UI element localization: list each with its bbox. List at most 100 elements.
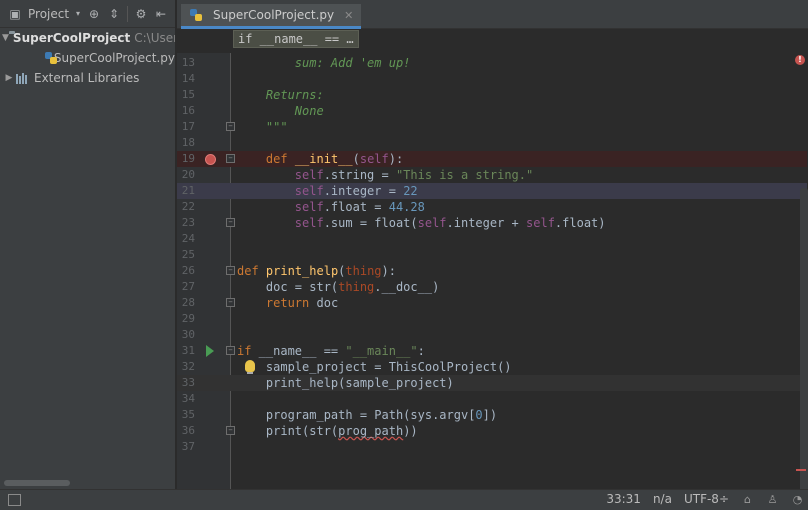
fold-marker-icon[interactable]: −	[226, 154, 235, 163]
line-number: 20	[181, 168, 195, 181]
code-line[interactable]: 20 self.string = "This is a string."	[177, 167, 807, 183]
caret-position[interactable]: 33:31	[606, 492, 641, 506]
code-line[interactable]: 33 print_help(sample_project)	[177, 375, 807, 391]
line-number: 25	[181, 248, 195, 261]
libraries-label: External Libraries	[34, 71, 140, 85]
inspector-icon[interactable]: ♙	[766, 493, 779, 506]
line-code: Returns:	[265, 88, 324, 102]
library-icon	[16, 72, 30, 84]
tool-windows-icon[interactable]	[8, 494, 21, 506]
panel-horizontal-scrollbar[interactable]	[4, 480, 70, 486]
line-number: 14	[181, 72, 195, 85]
code-line[interactable]: 25	[177, 247, 807, 263]
project-view-label[interactable]: Project	[28, 7, 69, 21]
line-code: sum: Add 'em up!	[294, 56, 411, 70]
run-icon[interactable]	[206, 345, 214, 357]
line-number: 26	[181, 264, 195, 277]
project-path: C:\Users	[134, 31, 175, 45]
line-number: 19	[181, 152, 195, 165]
settings-icon[interactable]: ⚙	[134, 7, 148, 21]
error-indicator-icon[interactable]: !	[795, 55, 805, 65]
code-line[interactable]: 16 None	[177, 103, 807, 119]
line-separator[interactable]: n/a	[653, 492, 672, 506]
line-number: 36	[181, 424, 195, 437]
project-view-icon[interactable]: ▣	[8, 7, 22, 21]
lock-icon[interactable]: ⌂	[741, 493, 754, 506]
line-code: def __init__(self):	[265, 152, 404, 166]
line-number: 17	[181, 120, 195, 133]
line-number: 24	[181, 232, 195, 245]
code-line[interactable]: 17 − """	[177, 119, 807, 135]
code-line[interactable]: 24	[177, 231, 807, 247]
code-line[interactable]: 37	[177, 439, 807, 455]
dropdown-icon[interactable]: ▾	[75, 7, 81, 21]
tree-item-project-root[interactable]: ▼ SuperCoolProject C:\Users	[0, 28, 175, 48]
tree-item-file[interactable]: SuperCoolProject.py	[0, 48, 175, 68]
status-bar: 33:31 n/a UTF-8÷ ⌂ ♙ ◔	[0, 489, 808, 510]
code-line[interactable]: 28 − return doc	[177, 295, 807, 311]
locate-icon[interactable]: ⊕	[87, 7, 101, 21]
fold-marker-icon[interactable]: −	[226, 266, 235, 275]
line-number: 29	[181, 312, 195, 325]
line-code: def print_help(thing):	[237, 264, 396, 278]
code-line[interactable]: 34	[177, 391, 807, 407]
code-editor[interactable]: 13 sum: Add 'em up! 14 15 Returns: 16 None 1…	[177, 53, 808, 508]
project-panel: ▣ Project ▾ ⊕ ⇕ ⚙ ⇤ ▼ SuperCoolProject C…	[0, 0, 176, 489]
fold-marker-icon[interactable]: −	[226, 426, 235, 435]
code-line[interactable]: 32 sample_project = ThisCoolProject()	[177, 359, 807, 375]
error-stripe-marker[interactable]	[796, 469, 806, 471]
fold-marker-icon[interactable]: −	[226, 298, 235, 307]
breadcrumb[interactable]: if __name__ == …	[233, 30, 359, 48]
code-line[interactable]: 21 self.integer = 22	[177, 183, 807, 199]
code-line[interactable]: 23 − self.sum = float(self.integer + self…	[177, 215, 807, 231]
fold-marker-icon[interactable]: −	[226, 346, 235, 355]
code-line[interactable]: 22 self.float = 44.28	[177, 199, 807, 215]
line-code: program_path = Path(sys.argv[0])	[237, 408, 498, 422]
code-line[interactable]: 26 − def print_help(thing):	[177, 263, 807, 279]
code-line[interactable]: 29	[177, 311, 807, 327]
editor-vertical-scrollbar[interactable]	[800, 188, 808, 508]
status-bar-right: 33:31 n/a UTF-8÷ ⌂ ♙ ◔	[606, 492, 804, 506]
code-line[interactable]: 27 doc = str(thing.__doc__)	[177, 279, 807, 295]
project-name: SuperCoolProject	[12, 31, 131, 45]
line-number: 34	[181, 392, 195, 405]
line-code: sample_project = ThisCoolProject()	[237, 360, 512, 374]
code-line[interactable]: 18	[177, 135, 807, 151]
line-number: 16	[181, 104, 195, 117]
expand-arrow-icon[interactable]: ▼	[2, 33, 9, 43]
code-line[interactable]: 35 program_path = Path(sys.argv[0])	[177, 407, 807, 423]
encoding-label: UTF-8	[683, 492, 719, 506]
code-line[interactable]: 31 − if __name__ == "__main__":	[177, 343, 807, 359]
project-toolbar: ▣ Project ▾ ⊕ ⇕ ⚙ ⇤	[0, 0, 175, 28]
editor-tab-bar: SuperCoolProject.py ✕	[177, 0, 808, 29]
tree-item-external-libraries[interactable]: ▶ External Libraries	[0, 68, 175, 88]
close-tab-icon[interactable]: ✕	[344, 9, 353, 22]
code-line[interactable]: 13 sum: Add 'em up!	[177, 55, 807, 71]
event-log-icon[interactable]: ◔	[791, 493, 804, 506]
collapse-all-icon[interactable]: ⇕	[107, 7, 121, 21]
line-code: print(str(prog_path))	[237, 424, 418, 438]
line-code: self.float = 44.28	[294, 200, 425, 214]
hide-panel-icon[interactable]: ⇤	[154, 7, 168, 21]
code-line[interactable]: 30	[177, 327, 807, 343]
code-line[interactable]: 15 Returns:	[177, 87, 807, 103]
file-encoding[interactable]: UTF-8÷	[684, 492, 729, 506]
breakpoint-icon[interactable]	[205, 154, 216, 165]
file-name: SuperCoolProject.py	[53, 51, 175, 65]
editor-tab-active[interactable]: SuperCoolProject.py ✕	[181, 4, 362, 29]
code-line[interactable]: 19 − def __init__(self):	[177, 151, 807, 167]
code-line[interactable]: 14	[177, 71, 807, 87]
line-number: 13	[181, 56, 195, 69]
line-number: 27	[181, 280, 195, 293]
line-number: 22	[181, 200, 195, 213]
line-code: if __name__ == "__main__":	[237, 344, 425, 358]
line-code: """	[265, 120, 288, 134]
code-line[interactable]: 36 − print(str(prog_path))	[177, 423, 807, 439]
collapse-arrow-icon[interactable]: ▶	[2, 73, 16, 83]
toolbar-divider	[127, 5, 129, 22]
fold-marker-icon[interactable]: −	[226, 122, 235, 131]
line-code: print_help(sample_project)	[237, 376, 454, 390]
line-number: 30	[181, 328, 195, 341]
line-number: 31	[181, 344, 195, 357]
fold-marker-icon[interactable]: −	[226, 218, 235, 227]
